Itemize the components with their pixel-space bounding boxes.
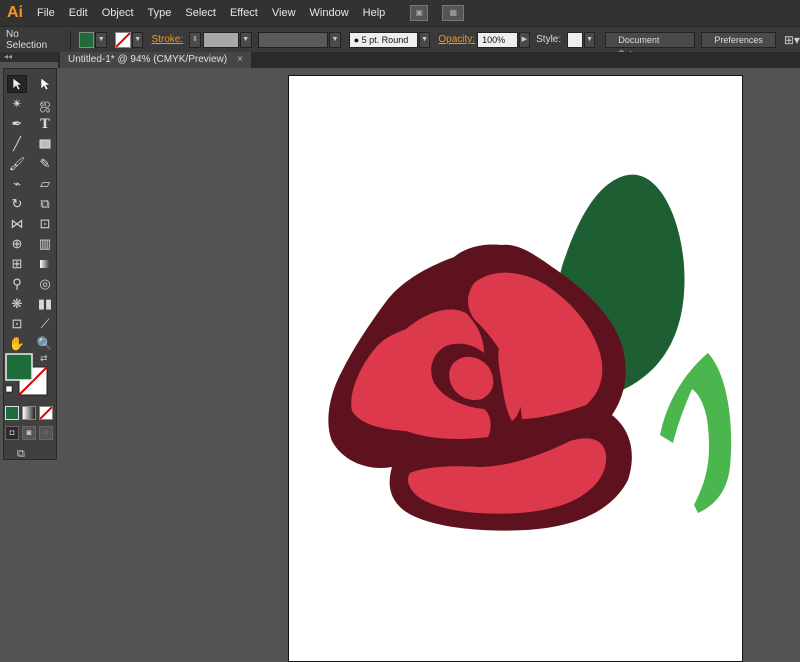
selection-tool-icon[interactable] <box>7 75 27 93</box>
document-title: Untitled-1* @ 94% (CMYK/Preview) <box>68 54 228 65</box>
opacity-dropdown[interactable]: ▶ <box>518 31 531 48</box>
hand-tool-icon[interactable]: ✋ <box>7 335 27 353</box>
preferences-button[interactable]: Preferences <box>701 31 776 48</box>
width-tool-icon[interactable]: ⋈ <box>7 215 27 233</box>
close-tab-icon[interactable]: × <box>237 54 243 65</box>
no-stroke-icon <box>115 31 131 48</box>
stroke-weight-dropdown[interactable]: ▼ <box>240 31 252 48</box>
divider <box>70 30 72 49</box>
menu-edit[interactable]: Edit <box>62 0 95 26</box>
brush-dropdown[interactable]: ▼ <box>418 31 431 48</box>
menu-type[interactable]: Type <box>141 0 179 26</box>
opacity-label[interactable]: Opacity: <box>438 34 475 45</box>
rectangle-tool-icon[interactable] <box>35 135 55 153</box>
symbol-sprayer-tool-icon[interactable]: ❋ <box>7 295 27 313</box>
draw-mode-row: ◘ ◙ ◌ <box>5 426 53 440</box>
stroke-label[interactable]: Stroke: <box>151 34 183 45</box>
color-mode-row <box>5 406 53 420</box>
fill-stroke-widget: ⇄ ◘ ◙ ◌ ⧉ <box>5 353 53 460</box>
bridge-icon[interactable]: ▣ <box>410 5 429 21</box>
menu-view[interactable]: View <box>265 0 303 26</box>
variable-width-profile[interactable] <box>257 31 329 48</box>
menu-object[interactable]: Object <box>95 0 141 26</box>
document-setup-button[interactable]: Document Setup <box>605 31 696 59</box>
screen-mode-icon[interactable]: ⧉ <box>17 448 35 460</box>
menu-file[interactable]: File <box>30 0 62 26</box>
style-label: Style: <box>536 34 562 45</box>
rotate-tool-icon[interactable]: ↻ <box>7 195 27 213</box>
stem-curl-shape <box>660 353 732 513</box>
pencil-tool-icon[interactable]: ✎ <box>35 155 55 173</box>
blob-brush-tool-icon[interactable]: ⌁ <box>7 175 27 193</box>
none-mode-icon[interactable] <box>39 406 53 420</box>
gradient-tool-icon[interactable] <box>35 255 55 273</box>
app-logo: Ai <box>7 4 23 21</box>
toolbar-collapse[interactable]: ◂◂ <box>0 52 58 62</box>
line-segment-tool-icon[interactable]: ╱ <box>7 135 27 153</box>
draw-inside-icon[interactable]: ◌ <box>39 426 53 440</box>
opacity-field[interactable]: 100% <box>477 31 518 48</box>
menu-help[interactable]: Help <box>356 0 393 26</box>
free-transform-tool-icon[interactable]: ⊡ <box>35 215 55 233</box>
stroke-dropdown[interactable]: ▼ <box>131 31 144 48</box>
arrange-documents-icon[interactable]: ▦ <box>442 5 465 21</box>
fill-stroke-swatches[interactable]: ⇄ <box>5 353 51 399</box>
profile-dropdown[interactable]: ▼ <box>329 31 341 48</box>
menu-bar: Ai File Edit Object Type Select Effect V… <box>0 0 800 26</box>
gradient-mode-icon[interactable] <box>22 406 36 420</box>
menu-select[interactable]: Select <box>178 0 223 26</box>
fill-dropdown[interactable]: ▼ <box>95 31 107 48</box>
paintbrush-tool-icon[interactable]: 🖌 <box>7 155 27 173</box>
svg-text:⇄: ⇄ <box>40 354 48 364</box>
eraser-tool-icon[interactable]: ▱ <box>35 175 55 193</box>
type-tool-icon[interactable]: T <box>35 115 55 133</box>
zoom-tool-icon[interactable]: 🔍 <box>35 335 55 353</box>
stroke-swatch[interactable] <box>114 31 131 48</box>
brush-definition[interactable]: ● 5 pt. Round <box>348 31 418 48</box>
shape-builder-tool-icon[interactable]: ⊕ <box>7 235 27 253</box>
slice-tool-icon[interactable]: ⟋ <box>35 315 55 333</box>
scale-tool-icon[interactable]: ⧉ <box>35 195 55 213</box>
menu-effect[interactable]: Effect <box>223 0 265 26</box>
rose-artwork[interactable] <box>288 75 743 662</box>
document-tab[interactable]: Untitled-1* @ 94% (CMYK/Preview) × <box>60 52 251 68</box>
menu-window[interactable]: Window <box>303 0 356 26</box>
column-graph-tool-icon[interactable]: ▮▮ <box>35 295 55 313</box>
blend-tool-icon[interactable]: ◎ <box>35 275 55 293</box>
draw-normal-icon[interactable]: ◘ <box>5 426 19 440</box>
draw-behind-icon[interactable]: ◙ <box>22 426 36 440</box>
style-dropdown[interactable]: ▼ <box>583 31 596 48</box>
style-swatch[interactable] <box>567 31 583 48</box>
artboard-tool-icon[interactable]: ⊡ <box>7 315 27 333</box>
color-mode-icon[interactable] <box>5 406 19 420</box>
stroke-weight-stepper[interactable]: ⇕ <box>189 31 201 48</box>
magic-wand-tool-icon[interactable]: ✴ <box>7 95 27 113</box>
stroke-weight-field[interactable] <box>202 31 239 48</box>
control-bar: No Selection ▼ ▼ Stroke: ⇕ ▼ ▼ ● 5 pt. R… <box>0 26 800 59</box>
eyedropper-tool-icon[interactable]: ⚲ <box>7 275 27 293</box>
pen-tool-icon[interactable]: ✒ <box>7 115 27 133</box>
align-options-icon[interactable]: ⊞▾ <box>784 33 800 47</box>
selection-status: No Selection <box>6 28 48 51</box>
perspective-grid-tool-icon[interactable]: ▥ <box>35 235 55 253</box>
fill-swatch[interactable] <box>79 31 95 48</box>
document-tab-bar: Untitled-1* @ 94% (CMYK/Preview) × <box>58 52 800 68</box>
mesh-tool-icon[interactable]: ⊞ <box>7 255 27 273</box>
brush-value: 5 pt. Round <box>361 34 409 45</box>
lasso-tool-icon[interactable]: ஜ <box>35 95 55 113</box>
direct-selection-tool-icon[interactable] <box>35 75 55 93</box>
